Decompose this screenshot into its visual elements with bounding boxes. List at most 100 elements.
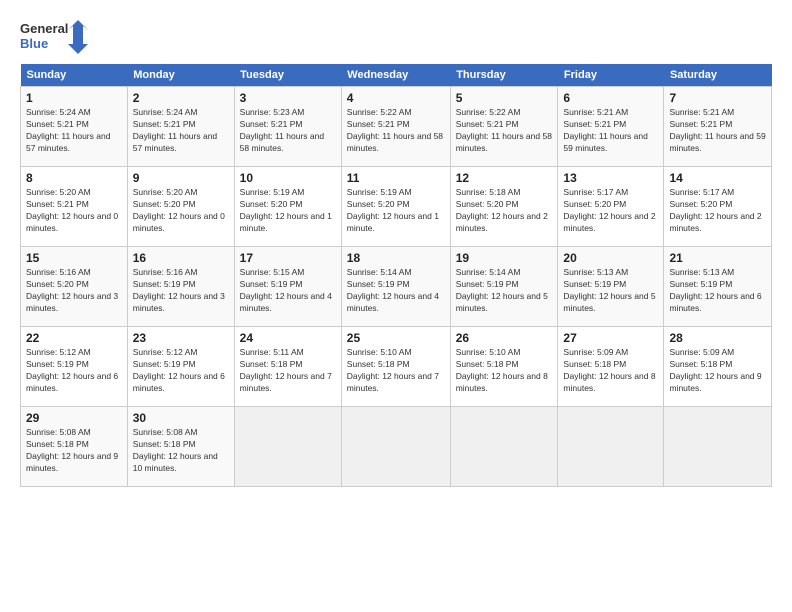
calendar-week-5: 29 Sunrise: 5:08 AMSunset: 5:18 PMDaylig… [21, 407, 772, 487]
calendar-week-3: 15 Sunrise: 5:16 AMSunset: 5:20 PMDaylig… [21, 247, 772, 327]
day-number: 15 [26, 251, 122, 265]
day-number: 20 [563, 251, 658, 265]
day-number: 9 [133, 171, 229, 185]
calendar-cell [664, 407, 772, 487]
day-info: Sunrise: 5:17 AMSunset: 5:20 PMDaylight:… [563, 187, 658, 235]
day-info: Sunrise: 5:22 AMSunset: 5:21 PMDaylight:… [456, 107, 553, 155]
day-info: Sunrise: 5:17 AMSunset: 5:20 PMDaylight:… [669, 187, 766, 235]
day-number: 5 [456, 91, 553, 105]
calendar-cell: 16 Sunrise: 5:16 AMSunset: 5:19 PMDaylig… [127, 247, 234, 327]
calendar-cell: 11 Sunrise: 5:19 AMSunset: 5:20 PMDaylig… [341, 167, 450, 247]
calendar-week-2: 8 Sunrise: 5:20 AMSunset: 5:21 PMDayligh… [21, 167, 772, 247]
day-number: 23 [133, 331, 229, 345]
calendar-cell: 8 Sunrise: 5:20 AMSunset: 5:21 PMDayligh… [21, 167, 128, 247]
calendar-cell: 27 Sunrise: 5:09 AMSunset: 5:18 PMDaylig… [558, 327, 664, 407]
day-number: 29 [26, 411, 122, 425]
calendar-cell [234, 407, 341, 487]
day-info: Sunrise: 5:21 AMSunset: 5:21 PMDaylight:… [563, 107, 658, 155]
calendar-cell: 3 Sunrise: 5:23 AMSunset: 5:21 PMDayligh… [234, 87, 341, 167]
day-number: 30 [133, 411, 229, 425]
day-info: Sunrise: 5:09 AMSunset: 5:18 PMDaylight:… [563, 347, 658, 395]
calendar-cell: 20 Sunrise: 5:13 AMSunset: 5:19 PMDaylig… [558, 247, 664, 327]
calendar-cell: 29 Sunrise: 5:08 AMSunset: 5:18 PMDaylig… [21, 407, 128, 487]
day-number: 7 [669, 91, 766, 105]
day-number: 4 [347, 91, 445, 105]
calendar-cell: 17 Sunrise: 5:15 AMSunset: 5:19 PMDaylig… [234, 247, 341, 327]
day-info: Sunrise: 5:20 AMSunset: 5:21 PMDaylight:… [26, 187, 122, 235]
day-info: Sunrise: 5:08 AMSunset: 5:18 PMDaylight:… [133, 427, 229, 475]
weekday-header-saturday: Saturday [664, 64, 772, 87]
day-info: Sunrise: 5:09 AMSunset: 5:18 PMDaylight:… [669, 347, 766, 395]
calendar-cell: 14 Sunrise: 5:17 AMSunset: 5:20 PMDaylig… [664, 167, 772, 247]
day-info: Sunrise: 5:11 AMSunset: 5:18 PMDaylight:… [240, 347, 336, 395]
weekday-header-sunday: Sunday [21, 64, 128, 87]
day-number: 12 [456, 171, 553, 185]
day-info: Sunrise: 5:13 AMSunset: 5:19 PMDaylight:… [669, 267, 766, 315]
calendar-cell: 22 Sunrise: 5:12 AMSunset: 5:19 PMDaylig… [21, 327, 128, 407]
header-row: General Blue [20, 18, 772, 54]
day-info: Sunrise: 5:19 AMSunset: 5:20 PMDaylight:… [240, 187, 336, 235]
day-info: Sunrise: 5:24 AMSunset: 5:21 PMDaylight:… [26, 107, 122, 155]
day-number: 24 [240, 331, 336, 345]
svg-text:General: General [20, 21, 68, 36]
calendar-cell: 6 Sunrise: 5:21 AMSunset: 5:21 PMDayligh… [558, 87, 664, 167]
day-info: Sunrise: 5:10 AMSunset: 5:18 PMDaylight:… [456, 347, 553, 395]
calendar-cell: 9 Sunrise: 5:20 AMSunset: 5:20 PMDayligh… [127, 167, 234, 247]
day-number: 8 [26, 171, 122, 185]
calendar-cell: 18 Sunrise: 5:14 AMSunset: 5:19 PMDaylig… [341, 247, 450, 327]
day-number: 27 [563, 331, 658, 345]
day-number: 18 [347, 251, 445, 265]
day-info: Sunrise: 5:14 AMSunset: 5:19 PMDaylight:… [456, 267, 553, 315]
calendar-cell: 19 Sunrise: 5:14 AMSunset: 5:19 PMDaylig… [450, 247, 558, 327]
day-number: 19 [456, 251, 553, 265]
day-number: 1 [26, 91, 122, 105]
calendar-cell: 26 Sunrise: 5:10 AMSunset: 5:18 PMDaylig… [450, 327, 558, 407]
logo-svg: General Blue [20, 18, 90, 54]
day-info: Sunrise: 5:19 AMSunset: 5:20 PMDaylight:… [347, 187, 445, 235]
day-number: 16 [133, 251, 229, 265]
calendar-cell: 1 Sunrise: 5:24 AMSunset: 5:21 PMDayligh… [21, 87, 128, 167]
day-number: 11 [347, 171, 445, 185]
weekday-header-wednesday: Wednesday [341, 64, 450, 87]
calendar-cell: 5 Sunrise: 5:22 AMSunset: 5:21 PMDayligh… [450, 87, 558, 167]
calendar-cell: 10 Sunrise: 5:19 AMSunset: 5:20 PMDaylig… [234, 167, 341, 247]
day-number: 17 [240, 251, 336, 265]
day-info: Sunrise: 5:22 AMSunset: 5:21 PMDaylight:… [347, 107, 445, 155]
day-number: 13 [563, 171, 658, 185]
weekday-header-row: SundayMondayTuesdayWednesdayThursdayFrid… [21, 64, 772, 87]
day-info: Sunrise: 5:16 AMSunset: 5:20 PMDaylight:… [26, 267, 122, 315]
weekday-header-monday: Monday [127, 64, 234, 87]
day-info: Sunrise: 5:15 AMSunset: 5:19 PMDaylight:… [240, 267, 336, 315]
day-info: Sunrise: 5:21 AMSunset: 5:21 PMDaylight:… [669, 107, 766, 155]
calendar-cell [450, 407, 558, 487]
day-info: Sunrise: 5:24 AMSunset: 5:21 PMDaylight:… [133, 107, 229, 155]
day-info: Sunrise: 5:08 AMSunset: 5:18 PMDaylight:… [26, 427, 122, 475]
weekday-header-tuesday: Tuesday [234, 64, 341, 87]
calendar-cell: 28 Sunrise: 5:09 AMSunset: 5:18 PMDaylig… [664, 327, 772, 407]
calendar-table: SundayMondayTuesdayWednesdayThursdayFrid… [20, 64, 772, 487]
day-info: Sunrise: 5:16 AMSunset: 5:19 PMDaylight:… [133, 267, 229, 315]
day-number: 3 [240, 91, 336, 105]
day-number: 25 [347, 331, 445, 345]
calendar-cell: 12 Sunrise: 5:18 AMSunset: 5:20 PMDaylig… [450, 167, 558, 247]
weekday-header-thursday: Thursday [450, 64, 558, 87]
day-info: Sunrise: 5:10 AMSunset: 5:18 PMDaylight:… [347, 347, 445, 395]
weekday-header-friday: Friday [558, 64, 664, 87]
day-info: Sunrise: 5:20 AMSunset: 5:20 PMDaylight:… [133, 187, 229, 235]
calendar-cell: 2 Sunrise: 5:24 AMSunset: 5:21 PMDayligh… [127, 87, 234, 167]
calendar-cell: 25 Sunrise: 5:10 AMSunset: 5:18 PMDaylig… [341, 327, 450, 407]
day-number: 26 [456, 331, 553, 345]
calendar-cell: 15 Sunrise: 5:16 AMSunset: 5:20 PMDaylig… [21, 247, 128, 327]
logo: General Blue [20, 18, 90, 54]
calendar-cell: 30 Sunrise: 5:08 AMSunset: 5:18 PMDaylig… [127, 407, 234, 487]
day-number: 10 [240, 171, 336, 185]
day-info: Sunrise: 5:14 AMSunset: 5:19 PMDaylight:… [347, 267, 445, 315]
day-info: Sunrise: 5:18 AMSunset: 5:20 PMDaylight:… [456, 187, 553, 235]
calendar-cell: 24 Sunrise: 5:11 AMSunset: 5:18 PMDaylig… [234, 327, 341, 407]
day-info: Sunrise: 5:12 AMSunset: 5:19 PMDaylight:… [26, 347, 122, 395]
day-number: 2 [133, 91, 229, 105]
calendar-week-4: 22 Sunrise: 5:12 AMSunset: 5:19 PMDaylig… [21, 327, 772, 407]
svg-text:Blue: Blue [20, 36, 48, 51]
calendar-cell: 23 Sunrise: 5:12 AMSunset: 5:19 PMDaylig… [127, 327, 234, 407]
calendar-cell: 4 Sunrise: 5:22 AMSunset: 5:21 PMDayligh… [341, 87, 450, 167]
